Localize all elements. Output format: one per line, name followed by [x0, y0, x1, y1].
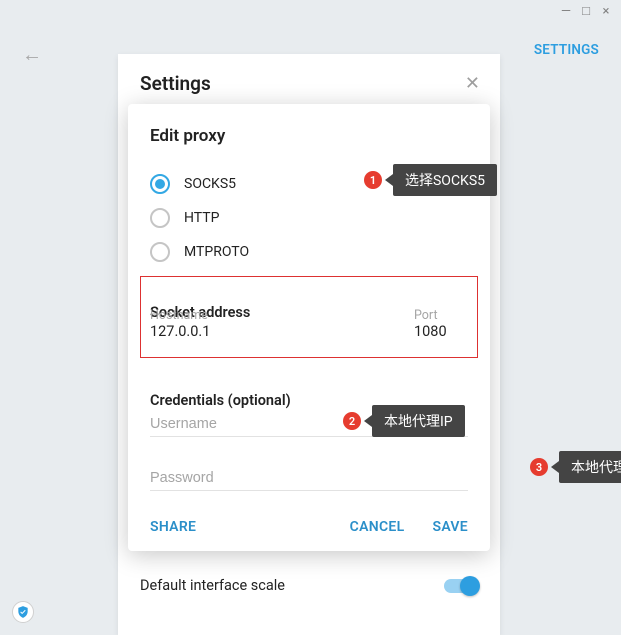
- cancel-button[interactable]: CANCEL: [350, 519, 405, 535]
- radio-icon: [150, 174, 170, 194]
- save-button[interactable]: SAVE: [432, 519, 468, 535]
- credentials-label: Credentials (optional): [150, 392, 291, 409]
- callout-arrow-icon: [551, 461, 559, 473]
- radio-label: SOCKS5: [184, 176, 236, 192]
- port-label: Port: [414, 308, 447, 323]
- callout-1: 1 选择SOCKS5: [364, 164, 497, 196]
- callout-2: 2 本地代理IP: [343, 405, 465, 437]
- hostname-label: Hostname: [150, 308, 210, 323]
- callout-text: 选择SOCKS5: [393, 164, 497, 196]
- hostname-value: 127.0.0.1: [150, 323, 210, 340]
- callout-badge: 2: [343, 412, 361, 430]
- radio-icon: [150, 208, 170, 228]
- callout-arrow-icon: [385, 174, 393, 186]
- callout-badge: 1: [364, 171, 382, 189]
- proxy-type-mtproto[interactable]: MTPROTO: [150, 236, 468, 268]
- port-value: 1080: [414, 323, 447, 340]
- radio-icon: [150, 242, 170, 262]
- callout-text: 本地代理默认端口: [559, 451, 621, 483]
- radio-label: MTPROTO: [184, 244, 249, 260]
- port-field[interactable]: Port 1080: [414, 308, 447, 340]
- shield-icon[interactable]: [12, 601, 34, 623]
- share-button[interactable]: SHARE: [150, 519, 196, 535]
- callout-3: 3 本地代理默认端口: [530, 451, 621, 483]
- callout-arrow-icon: [364, 415, 372, 427]
- password-input[interactable]: [150, 466, 468, 491]
- hostname-field[interactable]: Hostname 127.0.0.1: [150, 308, 210, 340]
- proxy-type-http[interactable]: HTTP: [150, 202, 468, 234]
- callout-text: 本地代理IP: [372, 405, 465, 437]
- radio-label: HTTP: [184, 210, 219, 226]
- modal-title: Edit proxy: [150, 126, 468, 146]
- modal-footer: SHARE CANCEL SAVE: [128, 505, 490, 551]
- callout-badge: 3: [530, 458, 548, 476]
